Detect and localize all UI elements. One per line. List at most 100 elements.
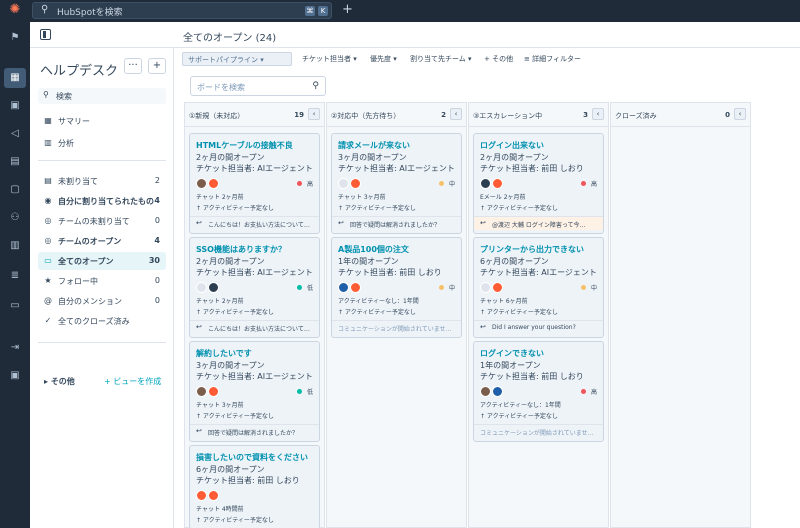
library-icon[interactable]: ▭ xyxy=(7,298,23,314)
ticket-card[interactable]: A製品100個の注文 1年の間オープン チケット担当者: 前田 しおり 中 アク… xyxy=(331,237,462,338)
priority-dot-icon xyxy=(580,389,586,394)
last-activity: チャット 2ヶ月前 xyxy=(196,298,244,305)
content-icon[interactable]: ▤ xyxy=(7,154,23,170)
sidebar-item-all-closed[interactable]: ✓ 全てのクローズ済み xyxy=(38,312,166,330)
sidebar-search-input[interactable]: ⚲ 検索 xyxy=(38,88,166,104)
sidebar-item-analytics[interactable]: ▥ 分析 xyxy=(38,134,166,152)
avatar xyxy=(208,386,219,397)
ticket-title[interactable]: HTMLケーブルの接触不良 xyxy=(196,140,293,151)
last-message-text: Did I answer your question? xyxy=(492,324,576,331)
summary-icon: ▦ xyxy=(44,116,52,125)
hubspot-logo-icon[interactable]: ✺ xyxy=(8,3,22,17)
board-search-placeholder: ボードを検索 xyxy=(197,83,245,92)
sidebar-item-team-unassigned[interactable]: ◎ チームの未割り当て 0 xyxy=(38,212,166,230)
ticket-title[interactable]: SSO機能はありますか？ xyxy=(196,244,286,255)
ticket-card[interactable]: 損害したいので資料をください 6ヶ月の間オープン チケット担当者: 前田 しおり… xyxy=(189,445,320,528)
next-activity: ↑ アクティビティー予定なし xyxy=(196,309,274,316)
create-view-button[interactable]: + ビューを作成 xyxy=(104,376,161,387)
panel-icon[interactable]: ▣ xyxy=(7,368,23,384)
ticket-card[interactable]: HTMLケーブルの接触不良 2ヶ月の間オープン チケット担当者: AIエージェン… xyxy=(189,133,320,234)
ticket-title[interactable]: 解約したいです xyxy=(196,348,252,359)
ticket-open-duration: 3ヶ月の間オープン xyxy=(196,361,265,370)
priority-filter[interactable]: 優先度 ▾ xyxy=(370,54,397,64)
collapse-column-button[interactable]: ‹ xyxy=(308,108,320,120)
sidebar-item-team-open[interactable]: ◎ チームのオープン 4 xyxy=(38,232,166,250)
advanced-filters-button[interactable]: ≡ 詳細フィルター xyxy=(524,54,581,64)
data-icon[interactable]: ≣ xyxy=(7,268,23,284)
reply-icon: ↩ xyxy=(196,219,202,227)
last-message-text: コミュニケーションが開始されていませ… xyxy=(480,430,594,437)
next-activity: ↑ アクティビティー予定なし xyxy=(480,309,558,316)
last-message: ↩ こんにちは！お支払い方法について… xyxy=(190,320,319,334)
column-count: 3 xyxy=(583,111,588,119)
sidebar-title: ヘルプデスク xyxy=(40,64,119,79)
page-title: 全てのオープン (24) xyxy=(183,33,277,44)
ticket-title[interactable]: 請求メールが来ない xyxy=(338,140,410,151)
column-header: クローズ済み 0 ‹ xyxy=(611,103,750,127)
team-filter[interactable]: 割り当て先チーム ▾ xyxy=(410,54,472,64)
sidebar-item-label: 分析 xyxy=(58,139,74,148)
avatar xyxy=(492,386,503,397)
sidebar-add-button[interactable]: + xyxy=(148,58,166,74)
expand-icon[interactable]: ⇥ xyxy=(7,340,23,356)
sidebar-toggle-icon[interactable] xyxy=(40,29,51,40)
last-message: ↩ 回答で疑問は解消されましたか？ xyxy=(332,216,461,230)
priority-dot-icon xyxy=(438,181,444,186)
ticket-card[interactable]: 解約したいです 3ヶ月の間オープン チケット担当者: AIエージェント 低 チャ… xyxy=(189,341,320,442)
reply-icon: ↩ xyxy=(338,219,344,227)
sidebar-item-count: 0 xyxy=(154,216,160,225)
sidebar-item-assigned-to-me[interactable]: ◉ 自分に割り当てられたもの 4 xyxy=(38,192,166,210)
avatar xyxy=(196,490,207,501)
commerce-icon[interactable]: ▢ xyxy=(7,182,23,198)
board-column: ②対応中（先方待ち） 2 ‹ 請求メールが来ない 3ヶ月の間オープン チケット担… xyxy=(326,102,467,528)
ticket-card[interactable]: SSO機能はありますか？ 2ヶ月の間オープン チケット担当者: AIエージェント… xyxy=(189,237,320,338)
megaphone-icon[interactable]: ◁ xyxy=(7,126,23,142)
sidebar-item-mentions[interactable]: @ 自分のメンション 0 xyxy=(38,292,166,310)
priority-label: 高 xyxy=(590,181,597,188)
global-search-input[interactable]: ⚲ HubSpotを検索 ⌘ K xyxy=(32,2,332,19)
pipeline-select[interactable]: サポートパイプライン ▾ xyxy=(182,52,292,66)
ticket-open-duration: 6ヶ月の間オープン xyxy=(480,257,549,266)
contacts-icon[interactable]: ▣ xyxy=(7,98,23,114)
sidebar-more-button[interactable]: ··· xyxy=(124,58,142,74)
ticket-card[interactable]: ログイン出来ない 2ヶ月の間オープン チケット担当者: 前田 しおり 高 Eメー… xyxy=(473,133,604,234)
ticket-title[interactable]: ログイン出来ない xyxy=(480,140,544,151)
last-message: コミュニケーションが開始されていませ… xyxy=(474,424,603,438)
last-activity: アクティビティーなし：1年間 xyxy=(480,402,561,409)
ticket-card[interactable]: 請求メールが来ない 3ヶ月の間オープン チケット担当者: AIエージェント 中 … xyxy=(331,133,462,234)
more-filters-button[interactable]: + その他 xyxy=(484,54,513,64)
ticket-card[interactable]: ログインできない 1年の間オープン チケット担当者: 前田 しおり 高 アクティ… xyxy=(473,341,604,442)
avatar xyxy=(208,282,219,293)
team-icon: ◎ xyxy=(44,236,52,245)
owner-filter[interactable]: チケット担当者 ▾ xyxy=(302,54,357,64)
sidebar-item-unassigned[interactable]: ▤ 未割り当て 2 xyxy=(38,172,166,190)
bookmark-icon[interactable]: ⚑ xyxy=(7,30,23,46)
shortcut-k-key: K xyxy=(318,6,328,16)
collapse-column-button[interactable]: ‹ xyxy=(592,108,604,120)
ticket-title[interactable]: A製品100個の注文 xyxy=(338,244,409,255)
sidebar-item-label: サマリー xyxy=(58,117,90,126)
ticket-card[interactable]: プリンターから出力できない 6ヶ月の間オープン チケット担当者: AIエージェン… xyxy=(473,237,604,338)
sidebar-item-summary[interactable]: ▦ サマリー xyxy=(38,112,166,130)
sidebar-item-following[interactable]: ★ フォロー中 0 xyxy=(38,272,166,290)
reports-icon[interactable]: ▥ xyxy=(7,238,23,254)
sidebar-other-toggle[interactable]: ▸ その他 xyxy=(44,376,75,387)
collapse-column-button[interactable]: ‹ xyxy=(734,108,746,120)
priority-badge: 高 xyxy=(296,179,313,188)
collapse-column-button[interactable]: ‹ xyxy=(450,108,462,120)
grid-icon[interactable]: ▦ xyxy=(4,68,26,88)
ticket-title[interactable]: ログインできない xyxy=(480,348,544,359)
avatar xyxy=(208,178,219,189)
create-new-button[interactable]: + xyxy=(342,2,353,17)
ticket-title[interactable]: 損害したいので資料をください xyxy=(196,452,308,463)
board-search-input[interactable]: ボードを検索 ⚲ xyxy=(190,76,326,96)
priority-filter-label: 優先度 xyxy=(370,55,391,63)
ticket-owner: チケット担当者: 前田 しおり xyxy=(338,268,442,277)
automation-icon[interactable]: ⚇ xyxy=(7,210,23,226)
column-count: 19 xyxy=(294,111,304,119)
sidebar-item-all-open[interactable]: ▭ 全てのオープン 30 xyxy=(38,252,166,270)
ticket-open-duration: 2ヶ月の間オープン xyxy=(196,153,265,162)
last-activity: Eメール 2ヶ月前 xyxy=(480,194,526,201)
ticket-title[interactable]: プリンターから出力できない xyxy=(480,244,584,255)
reply-icon: ↩ xyxy=(480,323,486,331)
